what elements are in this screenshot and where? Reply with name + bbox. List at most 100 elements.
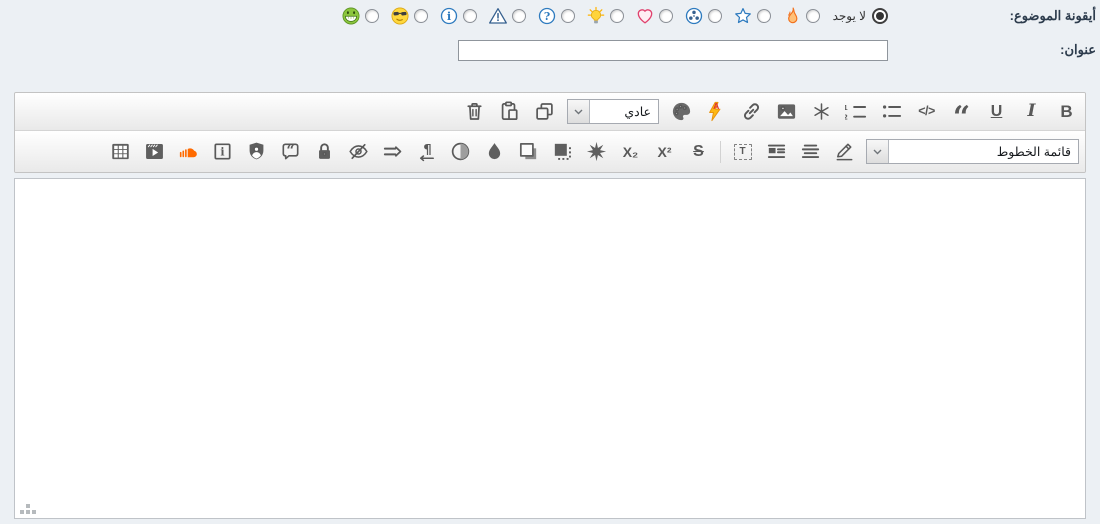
post-editor: B I U “ </> 1 2 — [14, 92, 1086, 519]
radio-lightbulb[interactable] — [610, 9, 624, 23]
table-button[interactable] — [108, 138, 133, 165]
quote-bubble-button[interactable]: “ — [278, 138, 303, 165]
frame-shadow-icon — [517, 140, 540, 163]
copy-icon — [533, 100, 556, 123]
video-player-icon — [143, 140, 166, 163]
editor-content[interactable] — [15, 179, 1085, 518]
toolbar-row-2: قائمة الخطوط — [15, 130, 1085, 172]
topic-icon-option-warning — [488, 6, 526, 26]
frame-button[interactable] — [516, 138, 541, 165]
spoiler-burst-button[interactable] — [584, 138, 609, 165]
lock-icon — [313, 140, 336, 163]
underline-button[interactable]: U — [984, 98, 1009, 125]
superscript-glyph: X² — [658, 145, 672, 159]
font-family-select[interactable]: قائمة الخطوط — [866, 139, 1079, 164]
inline-block-button[interactable] — [550, 138, 575, 165]
ordered-list-button[interactable]: 1 2 — [844, 98, 869, 125]
superscript-button[interactable]: X² — [652, 138, 677, 165]
chevron-down-icon — [873, 149, 882, 155]
unordered-list-icon — [880, 100, 903, 123]
pencil-icon — [833, 140, 856, 163]
topic-icon-row: أيقونة الموضوع: لا يوجد — [0, 4, 1100, 28]
align-block-icon — [765, 140, 788, 163]
text-box-button[interactable]: T — [730, 138, 755, 165]
bold-button[interactable]: B — [1054, 98, 1079, 125]
radio-none[interactable] — [872, 8, 888, 24]
radio-info[interactable] — [463, 9, 477, 23]
radio-warning[interactable] — [512, 9, 526, 23]
toolbar-row-1: B I U “ </> 1 2 — [15, 93, 1085, 130]
question-circle-icon: ? — [537, 6, 557, 26]
italic-button[interactable]: I — [1019, 98, 1044, 125]
title-input[interactable] — [458, 40, 888, 61]
font-size-select[interactable]: عادي — [567, 99, 659, 124]
quote-button[interactable]: “ — [949, 98, 974, 125]
half-circle-icon — [449, 140, 472, 163]
palette-icon — [670, 100, 693, 123]
link-icon — [740, 100, 763, 123]
svg-text:i: i — [446, 9, 450, 23]
highlighter-button[interactable] — [832, 138, 857, 165]
grip-dot — [32, 510, 36, 514]
image-button[interactable] — [774, 98, 799, 125]
editor-content-box — [14, 178, 1086, 519]
strikethrough-glyph: S — [693, 144, 704, 160]
svg-text:1: 1 — [845, 103, 848, 112]
radio-heart[interactable] — [659, 9, 673, 23]
strikethrough-button[interactable]: S — [686, 138, 711, 165]
heart-icon — [635, 6, 655, 26]
lightning-bolt-icon: A — [705, 100, 728, 123]
soundcloud-button[interactable] — [176, 138, 201, 165]
svg-text:?: ? — [543, 10, 549, 23]
topic-icon-option-flame — [782, 6, 820, 26]
radio-dot — [876, 12, 884, 20]
lock-button[interactable] — [312, 138, 337, 165]
member-button[interactable] — [244, 138, 269, 165]
font-family-value: قائمة الخطوط — [889, 140, 1078, 163]
media-video-button[interactable] — [142, 138, 167, 165]
droplet-icon — [483, 140, 506, 163]
asterisk-button[interactable] — [809, 98, 834, 125]
copy-button[interactable] — [532, 98, 557, 125]
flame-icon — [782, 6, 802, 26]
grip-dot — [26, 504, 30, 508]
radio-star[interactable] — [757, 9, 771, 23]
unordered-list-button[interactable] — [879, 98, 904, 125]
align-block-button[interactable] — [764, 138, 789, 165]
topic-icon-option-info: i — [439, 6, 477, 26]
topic-icon-option-radiation — [684, 6, 722, 26]
radio-question[interactable] — [561, 9, 575, 23]
contrast-button[interactable] — [448, 138, 473, 165]
quick-format-button[interactable]: A — [704, 98, 729, 125]
radio-cool[interactable] — [414, 9, 428, 23]
resize-grip[interactable] — [20, 504, 37, 515]
radio-grin[interactable] — [365, 9, 379, 23]
paragraph-direction-button[interactable]: ¶ — [414, 138, 439, 165]
eye-slash-icon — [347, 140, 370, 163]
delete-button[interactable] — [462, 98, 487, 125]
align-center-icon — [799, 140, 822, 163]
code-button[interactable]: </> — [914, 98, 939, 125]
subscript-button[interactable]: X₂ — [618, 138, 643, 165]
paste-button[interactable] — [497, 98, 522, 125]
align-center-button[interactable] — [798, 138, 823, 165]
info-box-icon: i — [211, 140, 234, 163]
title-control — [0, 40, 888, 61]
svg-text:2: 2 — [845, 113, 848, 122]
table-grid-icon — [109, 140, 132, 163]
radio-flame[interactable] — [806, 9, 820, 23]
radio-radiation[interactable] — [708, 9, 722, 23]
wrap-arrow-button[interactable] — [380, 138, 405, 165]
image-icon — [775, 100, 798, 123]
link-button[interactable] — [739, 98, 764, 125]
topic-icon-option-heart — [635, 6, 673, 26]
quote-bubble-icon: “ — [279, 140, 302, 163]
drop-button[interactable] — [482, 138, 507, 165]
topic-icon-option-lightbulb — [586, 6, 624, 26]
grip-dot — [20, 510, 24, 514]
info-box-button[interactable]: i — [210, 138, 235, 165]
hide-button[interactable] — [346, 138, 371, 165]
editor-toolbar: B I U “ </> 1 2 — [14, 92, 1086, 173]
color-palette-button[interactable] — [669, 98, 694, 125]
star-icon — [733, 6, 753, 26]
